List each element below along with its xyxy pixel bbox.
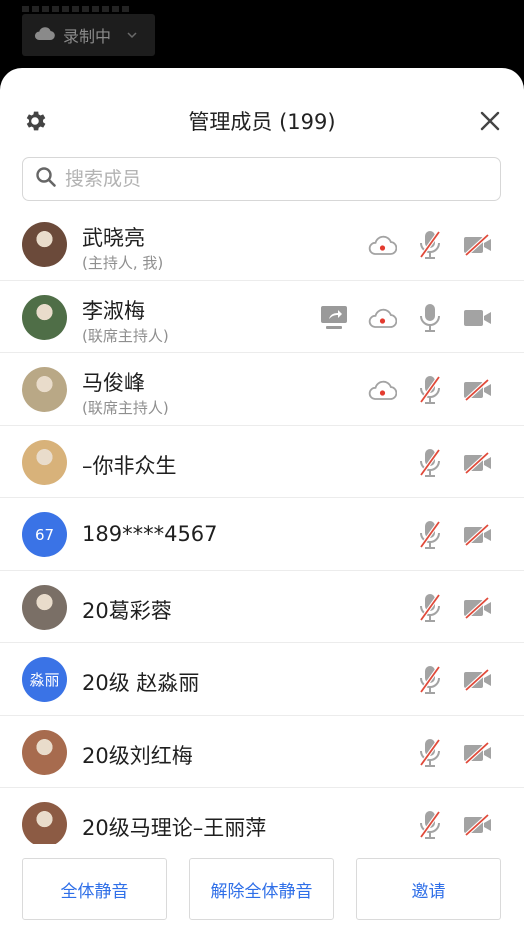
member-status-icons [406, 593, 502, 623]
member-status-icons [358, 230, 502, 260]
member-status-icons [310, 303, 502, 333]
member-row[interactable]: 武晓亮 (主持人, 我) [0, 208, 524, 281]
avatar [22, 367, 67, 412]
unmute-all-button[interactable]: 解除全体静音 [189, 858, 334, 920]
avatar [22, 222, 67, 267]
mic-muted-icon[interactable] [406, 593, 454, 623]
invite-button[interactable]: 邀请 [356, 858, 501, 920]
avatar [22, 294, 67, 340]
member-name: 马俊峰 [82, 371, 145, 395]
member-row[interactable]: 20级刘红梅 [0, 716, 524, 788]
panel-title: 管理成员 (199) [188, 110, 336, 134]
member-role: (联席主持人) [82, 399, 169, 417]
screen-share-icon [310, 303, 358, 333]
manage-members-panel: 管理成员 (199) 武晓亮 (主持人, 我) 李淑梅 (联席主持人) 马俊峰 (联席主持… [0, 68, 524, 931]
search-box[interactable] [22, 157, 501, 201]
member-name: 20级马理论–王丽萍 [82, 816, 267, 840]
mic-icon[interactable] [406, 303, 454, 333]
mic-muted-icon[interactable] [406, 738, 454, 768]
camera-off-icon[interactable] [454, 448, 502, 478]
member-name: 189****4567 [82, 522, 218, 546]
member-status-icons [406, 738, 502, 768]
close-icon[interactable] [479, 110, 501, 132]
member-row[interactable]: –你非众生 [0, 426, 524, 498]
member-row[interactable]: 20级马理论–王丽萍 [0, 788, 524, 844]
member-role: (联席主持人) [82, 326, 169, 345]
member-name: 武晓亮 [82, 226, 145, 250]
mute-all-button[interactable]: 全体静音 [22, 858, 167, 920]
cloud-icon [33, 25, 55, 45]
mic-muted-icon[interactable] [406, 520, 454, 550]
camera-off-icon[interactable] [454, 665, 502, 695]
member-status-icons [406, 520, 502, 550]
member-row[interactable]: 淼丽 20级 赵淼丽 [0, 643, 524, 716]
avatar [22, 802, 67, 844]
member-name: 20葛彩蓉 [82, 598, 172, 623]
mic-muted-icon[interactable] [406, 448, 454, 478]
member-status-icons [358, 375, 502, 405]
mic-muted-icon[interactable] [406, 810, 454, 840]
action-bar: 全体静音 解除全体静音 邀请 [0, 844, 524, 931]
member-name: –你非众生 [82, 453, 177, 478]
member-row[interactable]: 李淑梅 (联席主持人) [0, 281, 524, 353]
mic-muted-icon[interactable] [406, 230, 454, 260]
camera-off-icon[interactable] [454, 738, 502, 768]
camera-off-icon[interactable] [454, 375, 502, 405]
camera-off-icon[interactable] [454, 810, 502, 840]
member-name: 李淑梅 [82, 298, 145, 323]
cloud-recording-icon [358, 375, 406, 405]
mic-muted-icon[interactable] [406, 665, 454, 695]
camera-icon[interactable] [454, 303, 502, 333]
recording-label: 录制中 [63, 27, 112, 46]
member-status-icons [406, 448, 502, 478]
avatar: 67 [22, 512, 67, 557]
member-status-icons [406, 810, 502, 840]
cloud-recording-icon [358, 303, 406, 333]
avatar: 淼丽 [22, 657, 67, 702]
member-row[interactable]: 20葛彩蓉 [0, 571, 524, 643]
chevron-down-icon [127, 29, 137, 42]
member-status-icons [406, 665, 502, 695]
camera-off-icon[interactable] [454, 520, 502, 550]
status-bar-text [22, 6, 132, 12]
panel-header: 管理成员 (199) [0, 68, 524, 201]
recording-indicator[interactable]: 录制中 [22, 14, 155, 56]
member-row[interactable]: 马俊峰 (联席主持人) [0, 353, 524, 426]
avatar [22, 729, 67, 775]
camera-off-icon[interactable] [454, 593, 502, 623]
member-role: (主持人, 我) [82, 254, 164, 272]
cloud-recording-icon [358, 230, 406, 260]
camera-off-icon[interactable] [454, 230, 502, 260]
avatar [22, 439, 67, 485]
member-name: 20级 赵淼丽 [82, 671, 200, 695]
member-list[interactable]: 武晓亮 (主持人, 我) 李淑梅 (联席主持人) 马俊峰 (联席主持人) –你非众生 67 18… [0, 208, 524, 844]
member-row[interactable]: 67 189****4567 [0, 498, 524, 571]
member-name: 20级刘红梅 [82, 743, 193, 768]
avatar [22, 584, 67, 630]
mic-muted-icon[interactable] [406, 375, 454, 405]
search-icon [35, 166, 57, 192]
search-input[interactable] [65, 168, 445, 190]
